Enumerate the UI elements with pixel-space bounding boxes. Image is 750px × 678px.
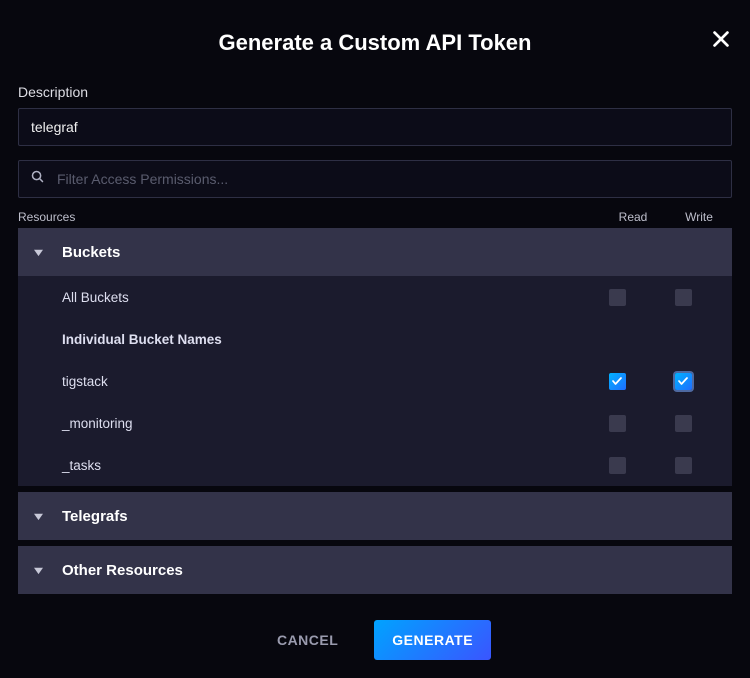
group-header-telegrafs[interactable]: Telegrafs bbox=[18, 492, 732, 540]
checkbox-read[interactable] bbox=[609, 415, 626, 432]
cancel-button[interactable]: CANCEL bbox=[259, 620, 356, 660]
subheader-label: Individual Bucket Names bbox=[62, 332, 584, 347]
checkbox-read[interactable] bbox=[609, 289, 626, 306]
row-label: tigstack bbox=[62, 374, 584, 389]
checkbox-read[interactable] bbox=[609, 457, 626, 474]
row-bucket: _tasks bbox=[18, 444, 732, 486]
chevron-down-icon bbox=[34, 244, 44, 261]
row-label: _monitoring bbox=[62, 416, 584, 431]
group-header-other[interactable]: Other Resources bbox=[18, 546, 732, 594]
row-bucket: tigstack bbox=[18, 360, 732, 402]
column-header-resources: Resources bbox=[18, 210, 600, 224]
group-title: Buckets bbox=[62, 244, 120, 261]
group-title: Other Resources bbox=[62, 562, 183, 579]
checkbox-write[interactable] bbox=[675, 289, 692, 306]
group-header-buckets[interactable]: Buckets bbox=[18, 228, 732, 276]
modal-title: Generate a Custom API Token bbox=[18, 30, 732, 56]
search-input[interactable] bbox=[18, 160, 732, 198]
checkbox-write[interactable] bbox=[675, 373, 692, 390]
description-input[interactable] bbox=[18, 108, 732, 146]
chevron-down-icon bbox=[34, 508, 44, 525]
row-label: All Buckets bbox=[62, 290, 584, 305]
chevron-down-icon bbox=[34, 562, 44, 579]
generate-button[interactable]: GENERATE bbox=[374, 620, 491, 660]
checkbox-write[interactable] bbox=[675, 415, 692, 432]
row-subheader: Individual Bucket Names bbox=[18, 318, 732, 360]
close-icon[interactable] bbox=[710, 28, 732, 55]
row-all-buckets: All Buckets bbox=[18, 276, 732, 318]
row-label: _tasks bbox=[62, 458, 584, 473]
column-header-write: Write bbox=[666, 210, 732, 224]
column-header-read: Read bbox=[600, 210, 666, 224]
description-label: Description bbox=[18, 84, 732, 100]
search-icon bbox=[30, 169, 45, 189]
checkbox-write[interactable] bbox=[675, 457, 692, 474]
group-title: Telegrafs bbox=[62, 508, 128, 525]
checkbox-read[interactable] bbox=[609, 373, 626, 390]
row-bucket: _monitoring bbox=[18, 402, 732, 444]
